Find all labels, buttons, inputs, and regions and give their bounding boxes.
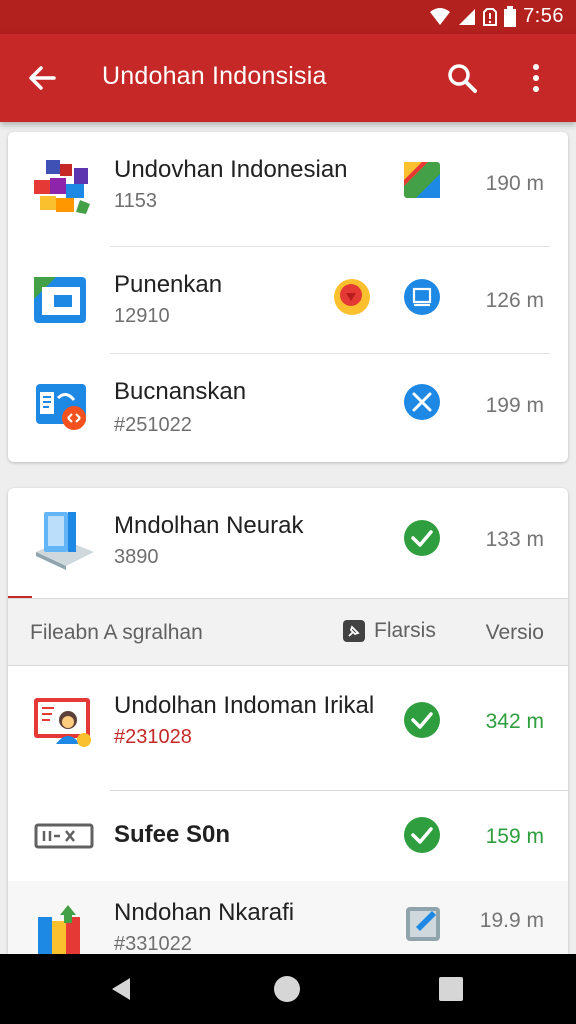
section-header: Fileabn A sgralhan Flarsis Versio [8,598,568,666]
item-subtitle: 12910 [114,305,170,327]
section-header-column: Flarsis [374,619,436,642]
file-size: 133 m [485,528,544,551]
presentation-avatar-icon [34,698,91,747]
file-size: 342 m [485,710,544,733]
list-item[interactable]: Punenkan 12910 126 m [8,247,568,353]
item-title: Mndolhan Neurak [114,512,304,539]
signal-icon [459,8,476,25]
file-size: 190 m [485,172,544,195]
item-subtitle: #231028 [114,726,192,748]
pin-icon [343,620,365,642]
check-circle-icon [404,817,440,853]
search-icon[interactable] [446,62,478,94]
no-sim-icon [483,7,498,26]
page-title: Undohan Indonsisia [102,62,327,90]
back-arrow-icon[interactable] [26,62,58,94]
list-item[interactable]: Mndolhan Neurak 3890 133 m [8,488,568,598]
status-bar: 7:56 [0,0,576,34]
wifi-icon [430,7,451,25]
list-item[interactable]: Nndohan Nkarafi #331022 19.9 m [8,881,568,958]
edit-note-icon [406,907,440,941]
section-header-label: Fileabn A sgralhan [30,621,203,644]
app-bar: Undohan Indonsisia [0,34,576,122]
item-title: Bucnanskan [114,378,247,405]
more-vert-icon[interactable] [522,62,550,94]
system-nav-bar [0,954,576,1024]
check-circle-icon [404,702,440,738]
file-size: 159 m [485,825,544,848]
section-header-version: Versio [485,621,544,644]
list-item[interactable]: Undovhan Indonesian 1153 190 m [8,132,568,246]
list-item[interactable]: Bucnanskan #251022 199 m [8,354,568,462]
paused-badge-icon [334,279,370,315]
books-app-icon [38,905,80,957]
item-title: Undolhan Indoman Irikal [114,692,375,719]
item-subtitle: 3890 [114,546,159,568]
nav-back-icon[interactable] [106,974,136,1004]
blocks-app-icon [34,160,90,214]
clock: 7:56 [523,5,564,27]
status-icons: 7:56 [429,5,564,28]
item-subtitle: #331022 [114,933,192,955]
maps-icon [404,162,440,198]
file-size: 126 m [485,289,544,312]
tablet-device-icon [36,512,94,570]
file-size: 19.9 m [479,909,544,932]
sort-filter-button[interactable]: Flarsis [342,619,436,643]
nav-home-icon[interactable] [272,974,302,1004]
item-subtitle: 1153 [114,190,158,212]
item-title: Undovhan Indonesian [114,156,348,183]
list-item[interactable]: Sufee S0n 159 m [8,791,568,881]
file-box-icon [34,823,94,849]
item-subtitle: #251022 [114,414,192,436]
item-title: Sufee S0n [114,821,231,848]
docs-app-icon [36,384,86,430]
cancel-badge-icon[interactable] [402,382,442,422]
cast-icon [404,279,440,315]
item-title: Punenkan [114,271,223,298]
item-title: Nndohan Nkarafi [114,899,295,926]
list-item[interactable]: Undolhan Indoman Irikal #231028 342 m [8,666,568,790]
battery-icon [504,5,517,27]
download-list-card-1: Undovhan Indonesian 1153 190 m Punenkan … [8,132,568,462]
slides-app-icon [34,277,86,323]
check-circle-icon [404,520,440,556]
file-size: 199 m [485,394,544,417]
nav-recents-icon[interactable] [436,974,466,1004]
download-list-card-2: Mndolhan Neurak 3890 133 m Fileabn A sgr… [8,488,568,958]
